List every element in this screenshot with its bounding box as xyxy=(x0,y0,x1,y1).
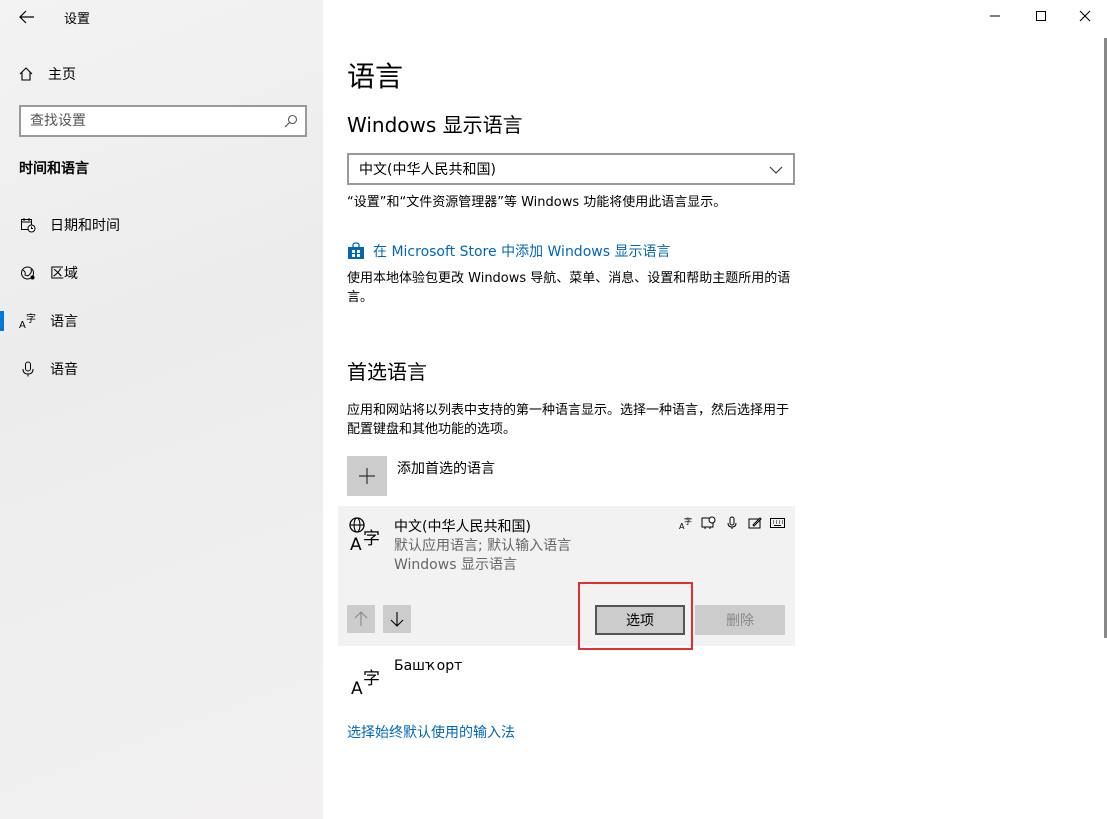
language-feature-icons: A字 xyxy=(678,515,785,530)
back-arrow-icon xyxy=(19,10,34,24)
preferred-language-heading: 首选语言 xyxy=(347,360,427,384)
remove-button[interactable]: 删除 xyxy=(695,605,785,635)
language-icon: A 字 xyxy=(351,669,380,696)
keyboard-icon xyxy=(770,515,785,530)
sidebar-item-label: 日期和时间 xyxy=(50,218,120,234)
minimize-button[interactable] xyxy=(972,0,1018,32)
arrow-up-icon xyxy=(354,611,368,626)
svg-text:字: 字 xyxy=(26,312,36,325)
preferred-language-description: 应用和网站将以列表中支持的第一种语言显示。选择一种语言，然后选择用于配置键盘和其… xyxy=(347,403,790,437)
store-language-link[interactable]: 在 Microsoft Store 中添加 Windows 显示语言 xyxy=(347,241,670,261)
search-input[interactable] xyxy=(30,113,270,129)
display-language-icon: A字 xyxy=(678,515,693,530)
svg-text:A: A xyxy=(350,535,362,552)
language-name: 中文(中华人民共和国) xyxy=(394,519,531,535)
sidebar-item-language[interactable]: A字 语言 xyxy=(0,301,323,341)
app-title: 设置 xyxy=(64,12,91,27)
move-down-button[interactable] xyxy=(383,605,411,633)
arrow-down-icon xyxy=(390,612,404,627)
maximize-button[interactable] xyxy=(1018,0,1064,32)
language-detail: Windows 显示语言 xyxy=(394,557,517,573)
microphone-icon xyxy=(724,515,739,530)
display-language-value: 中文(中华人民共和国) xyxy=(359,162,496,178)
home-icon xyxy=(19,67,33,81)
language-pack-icon: A 字 xyxy=(349,517,380,552)
microphone-icon xyxy=(19,360,37,378)
svg-text:字: 字 xyxy=(363,529,380,549)
text-to-speech-icon xyxy=(701,515,716,530)
svg-text:字: 字 xyxy=(363,669,380,689)
svg-text:字: 字 xyxy=(684,516,692,526)
display-language-heading: Windows 显示语言 xyxy=(347,113,523,137)
minimize-icon xyxy=(990,15,1000,17)
page-title: 语言 xyxy=(347,60,404,93)
chevron-down-icon xyxy=(769,166,783,174)
language-item-bashkir[interactable]: A 字 Башҡорт xyxy=(338,650,795,700)
handwriting-icon xyxy=(747,515,762,530)
display-language-select[interactable]: 中文(中华人民共和国) xyxy=(347,153,795,185)
close-button[interactable] xyxy=(1062,0,1107,32)
language-item-chinese[interactable]: A 字 中文(中华人民共和国) 默认应用语言; 默认输入语言 Windows 显… xyxy=(338,506,795,646)
sidebar-item-label: 区域 xyxy=(50,266,78,282)
language-icon: A字 xyxy=(19,312,37,330)
section-heading: 时间和语言 xyxy=(19,161,89,177)
globe-region-icon xyxy=(19,264,37,282)
back-button[interactable] xyxy=(14,6,40,28)
add-language-button[interactable]: 添加首选的语言 xyxy=(347,456,495,496)
sidebar-item-home[interactable]: 主页 xyxy=(18,62,76,86)
plus-icon xyxy=(347,456,387,496)
search-box[interactable] xyxy=(19,105,307,137)
language-detail: 默认应用语言; 默认输入语言 xyxy=(394,538,572,554)
sidebar-item-label: 语音 xyxy=(50,362,78,378)
calendar-clock-icon xyxy=(19,216,37,234)
sidebar-item-label: 主页 xyxy=(48,67,76,83)
default-input-method-link[interactable]: 选择始终默认使用的输入法 xyxy=(347,722,515,742)
sidebar-item-region[interactable]: 区域 xyxy=(0,253,323,293)
sidebar-item-date-time[interactable]: 日期和时间 xyxy=(0,205,323,245)
add-language-label: 添加首选的语言 xyxy=(397,461,495,477)
language-name: Башҡорт xyxy=(394,658,463,674)
store-description: 使用本地体验包更改 Windows 导航、菜单、消息、设置和帮助主题所用的语言。 xyxy=(347,271,791,305)
close-icon xyxy=(1079,10,1091,22)
store-bag-icon xyxy=(348,242,364,259)
store-link-label: 在 Microsoft Store 中添加 Windows 显示语言 xyxy=(373,244,671,260)
display-language-description: “设置”和“文件资源管理器”等 Windows 功能将使用此语言显示。 xyxy=(347,195,727,210)
sidebar-item-speech[interactable]: 语音 xyxy=(0,349,323,389)
search-icon xyxy=(284,114,298,128)
svg-text:A: A xyxy=(351,679,363,696)
svg-text:A: A xyxy=(19,320,26,330)
sidebar-item-label: 语言 xyxy=(50,314,78,330)
maximize-icon xyxy=(1036,11,1046,21)
sidebar: 设置 主页 时间和语言 日期和时间 区域 A字 语言 语音 xyxy=(0,0,323,819)
options-button[interactable]: 选项 xyxy=(595,605,685,635)
move-up-button[interactable] xyxy=(347,605,375,633)
